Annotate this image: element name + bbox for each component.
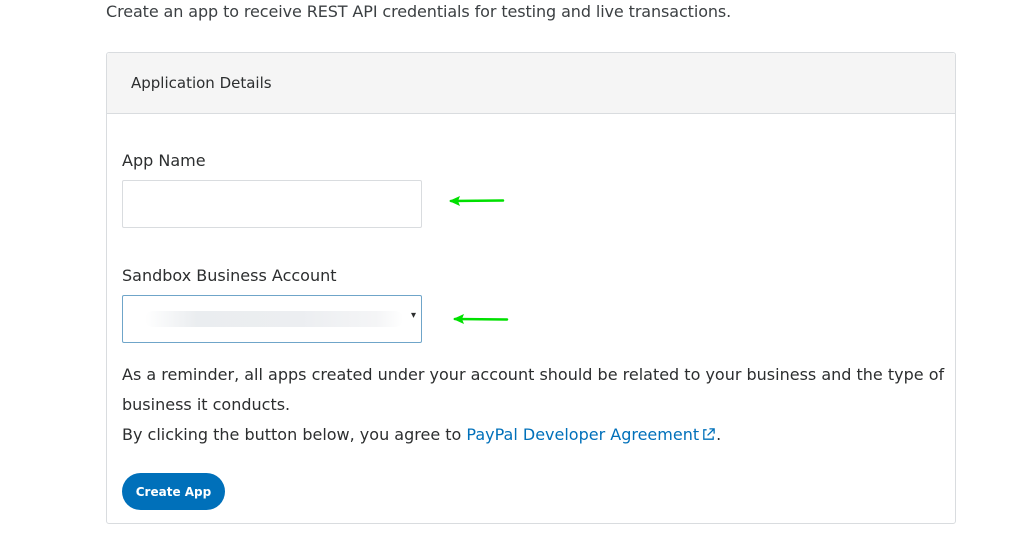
create-app-page: Create an app to receive REST API creden…: [0, 0, 1013, 544]
reminder-text: As a reminder, all apps created under yo…: [122, 365, 945, 414]
sandbox-account-select[interactable]: ▾: [122, 295, 422, 343]
developer-agreement-link[interactable]: PayPal Developer Agreement: [466, 425, 716, 444]
left-arrow-icon: [453, 314, 509, 324]
sandbox-account-label: Sandbox Business Account: [122, 266, 337, 285]
application-details-panel: Application Details App Name Sandbox Bus…: [106, 52, 956, 524]
left-arrow-icon: [449, 196, 505, 206]
agreement-prefix: By clicking the button below, you agree …: [122, 425, 467, 444]
panel-header: Application Details: [107, 53, 955, 114]
agreement-suffix: .: [716, 425, 722, 444]
app-name-input[interactable]: [122, 180, 422, 228]
app-name-label: App Name: [122, 151, 206, 170]
panel-title: Application Details: [131, 74, 272, 92]
agreement-text: By clicking the button below, you agree …: [122, 420, 721, 450]
external-link-icon: [703, 428, 715, 440]
chevron-down-icon: ▾: [410, 310, 416, 321]
create-app-button[interactable]: Create App: [122, 473, 225, 510]
developer-agreement-link-text: PayPal Developer Agreement: [466, 425, 700, 444]
intro-text: Create an app to receive REST API creden…: [106, 2, 732, 21]
sandbox-account-value: [145, 311, 403, 327]
